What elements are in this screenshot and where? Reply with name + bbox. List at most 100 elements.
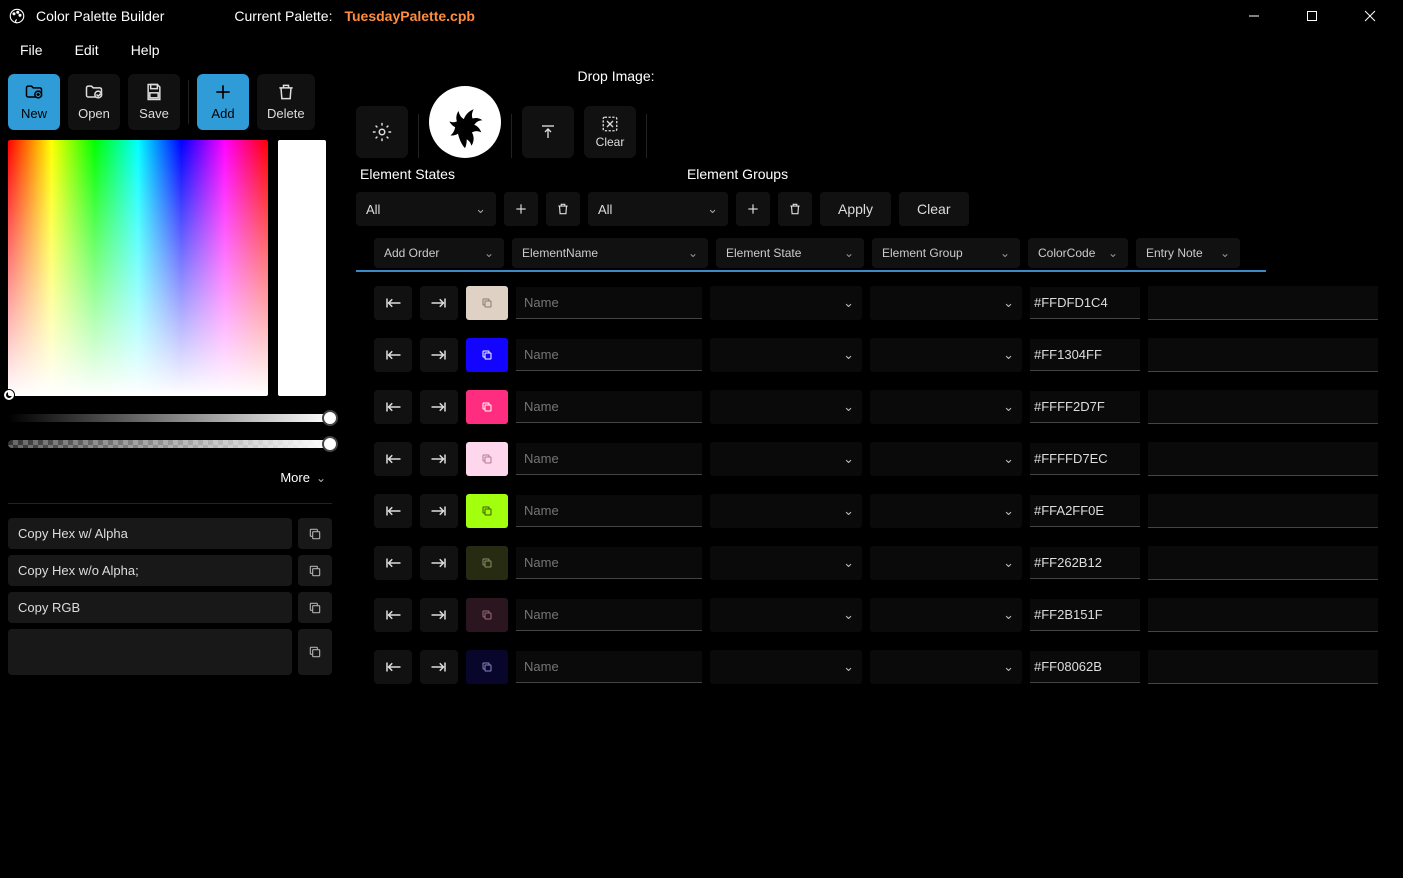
add-button[interactable]: Add bbox=[197, 74, 249, 130]
copy-hex-noalpha-input[interactable] bbox=[8, 555, 292, 586]
header-add-order[interactable]: Add Order⌄ bbox=[374, 238, 504, 268]
copy-extra-button[interactable] bbox=[298, 629, 332, 675]
copy-hex-alpha-input[interactable] bbox=[8, 518, 292, 549]
row-note-input[interactable] bbox=[1148, 494, 1378, 528]
header-element-state[interactable]: Element State⌄ bbox=[716, 238, 864, 268]
row-code-input[interactable] bbox=[1030, 443, 1140, 475]
move-end-button[interactable] bbox=[420, 650, 458, 684]
row-code-input[interactable] bbox=[1030, 287, 1140, 319]
row-state-select[interactable]: ⌄ bbox=[710, 442, 862, 476]
save-button[interactable]: Save bbox=[128, 74, 180, 130]
element-states-select[interactable]: All⌄ bbox=[356, 192, 496, 226]
menu-file[interactable]: File bbox=[16, 38, 47, 62]
row-swatch[interactable] bbox=[466, 286, 508, 320]
menu-help[interactable]: Help bbox=[127, 38, 164, 62]
row-name-input[interactable] bbox=[516, 339, 702, 371]
row-code-input[interactable] bbox=[1030, 599, 1140, 631]
more-toggle[interactable]: More ⌄ bbox=[8, 470, 332, 485]
clear-button[interactable]: Clear bbox=[899, 192, 968, 226]
row-state-select[interactable]: ⌄ bbox=[710, 286, 862, 320]
close-button[interactable] bbox=[1355, 2, 1385, 30]
row-code-input[interactable] bbox=[1030, 651, 1140, 683]
header-color-code[interactable]: ColorCode⌄ bbox=[1028, 238, 1128, 268]
copy-extra-input[interactable] bbox=[8, 629, 292, 675]
row-swatch[interactable] bbox=[466, 442, 508, 476]
delete-button[interactable]: Delete bbox=[257, 74, 315, 130]
apply-button[interactable]: Apply bbox=[820, 192, 891, 226]
upload-button[interactable] bbox=[522, 106, 574, 158]
row-swatch[interactable] bbox=[466, 546, 508, 580]
row-name-input[interactable] bbox=[516, 547, 702, 579]
move-start-button[interactable] bbox=[374, 390, 412, 424]
row-state-select[interactable]: ⌄ bbox=[710, 546, 862, 580]
row-code-input[interactable] bbox=[1030, 547, 1140, 579]
move-end-button[interactable] bbox=[420, 338, 458, 372]
row-name-input[interactable] bbox=[516, 443, 702, 475]
move-end-button[interactable] bbox=[420, 546, 458, 580]
row-state-select[interactable]: ⌄ bbox=[710, 494, 862, 528]
lightness-thumb[interactable] bbox=[322, 410, 338, 426]
row-name-input[interactable] bbox=[516, 599, 702, 631]
row-swatch[interactable] bbox=[466, 598, 508, 632]
row-group-select[interactable]: ⌄ bbox=[870, 494, 1022, 528]
row-group-select[interactable]: ⌄ bbox=[870, 338, 1022, 372]
open-button[interactable]: Open bbox=[68, 74, 120, 130]
row-name-input[interactable] bbox=[516, 651, 702, 683]
row-swatch[interactable] bbox=[466, 494, 508, 528]
move-start-button[interactable] bbox=[374, 494, 412, 528]
move-end-button[interactable] bbox=[420, 286, 458, 320]
color-field[interactable] bbox=[8, 140, 268, 396]
row-group-select[interactable]: ⌄ bbox=[870, 390, 1022, 424]
row-group-select[interactable]: ⌄ bbox=[870, 598, 1022, 632]
row-group-select[interactable]: ⌄ bbox=[870, 650, 1022, 684]
move-start-button[interactable] bbox=[374, 338, 412, 372]
target-button[interactable] bbox=[356, 106, 408, 158]
copy-hex-noalpha-button[interactable] bbox=[298, 555, 332, 586]
copy-rgb-input[interactable] bbox=[8, 592, 292, 623]
header-element-name[interactable]: ElementName⌄ bbox=[512, 238, 708, 268]
row-group-select[interactable]: ⌄ bbox=[870, 442, 1022, 476]
row-swatch[interactable] bbox=[466, 390, 508, 424]
header-entry-note[interactable]: Entry Note⌄ bbox=[1136, 238, 1240, 268]
row-swatch[interactable] bbox=[466, 338, 508, 372]
row-note-input[interactable] bbox=[1148, 546, 1378, 580]
row-name-input[interactable] bbox=[516, 391, 702, 423]
move-start-button[interactable] bbox=[374, 598, 412, 632]
row-note-input[interactable] bbox=[1148, 390, 1378, 424]
row-group-select[interactable]: ⌄ bbox=[870, 286, 1022, 320]
alpha-slider[interactable] bbox=[8, 440, 332, 448]
row-note-input[interactable] bbox=[1148, 598, 1378, 632]
row-group-select[interactable]: ⌄ bbox=[870, 546, 1022, 580]
row-note-input[interactable] bbox=[1148, 650, 1378, 684]
add-state-button[interactable] bbox=[504, 192, 538, 226]
row-note-input[interactable] bbox=[1148, 286, 1378, 320]
move-start-button[interactable] bbox=[374, 286, 412, 320]
row-state-select[interactable]: ⌄ bbox=[710, 650, 862, 684]
move-end-button[interactable] bbox=[420, 598, 458, 632]
move-end-button[interactable] bbox=[420, 442, 458, 476]
delete-group-button[interactable] bbox=[778, 192, 812, 226]
maximize-button[interactable] bbox=[1297, 2, 1327, 30]
element-groups-select[interactable]: All⌄ bbox=[588, 192, 728, 226]
menu-edit[interactable]: Edit bbox=[71, 38, 103, 62]
add-group-button[interactable] bbox=[736, 192, 770, 226]
row-code-input[interactable] bbox=[1030, 391, 1140, 423]
copy-rgb-button[interactable] bbox=[298, 592, 332, 623]
lightness-slider[interactable] bbox=[8, 414, 332, 422]
move-end-button[interactable] bbox=[420, 390, 458, 424]
clear-image-button[interactable]: Clear bbox=[584, 106, 636, 158]
row-note-input[interactable] bbox=[1148, 338, 1378, 372]
copy-hex-alpha-button[interactable] bbox=[298, 518, 332, 549]
row-name-input[interactable] bbox=[516, 287, 702, 319]
row-swatch[interactable] bbox=[466, 650, 508, 684]
move-start-button[interactable] bbox=[374, 546, 412, 580]
row-code-input[interactable] bbox=[1030, 339, 1140, 371]
move-end-button[interactable] bbox=[420, 494, 458, 528]
delete-state-button[interactable] bbox=[546, 192, 580, 226]
alpha-thumb[interactable] bbox=[322, 436, 338, 452]
row-state-select[interactable]: ⌄ bbox=[710, 338, 862, 372]
color-cursor[interactable] bbox=[4, 390, 14, 400]
row-state-select[interactable]: ⌄ bbox=[710, 598, 862, 632]
move-start-button[interactable] bbox=[374, 442, 412, 476]
row-note-input[interactable] bbox=[1148, 442, 1378, 476]
